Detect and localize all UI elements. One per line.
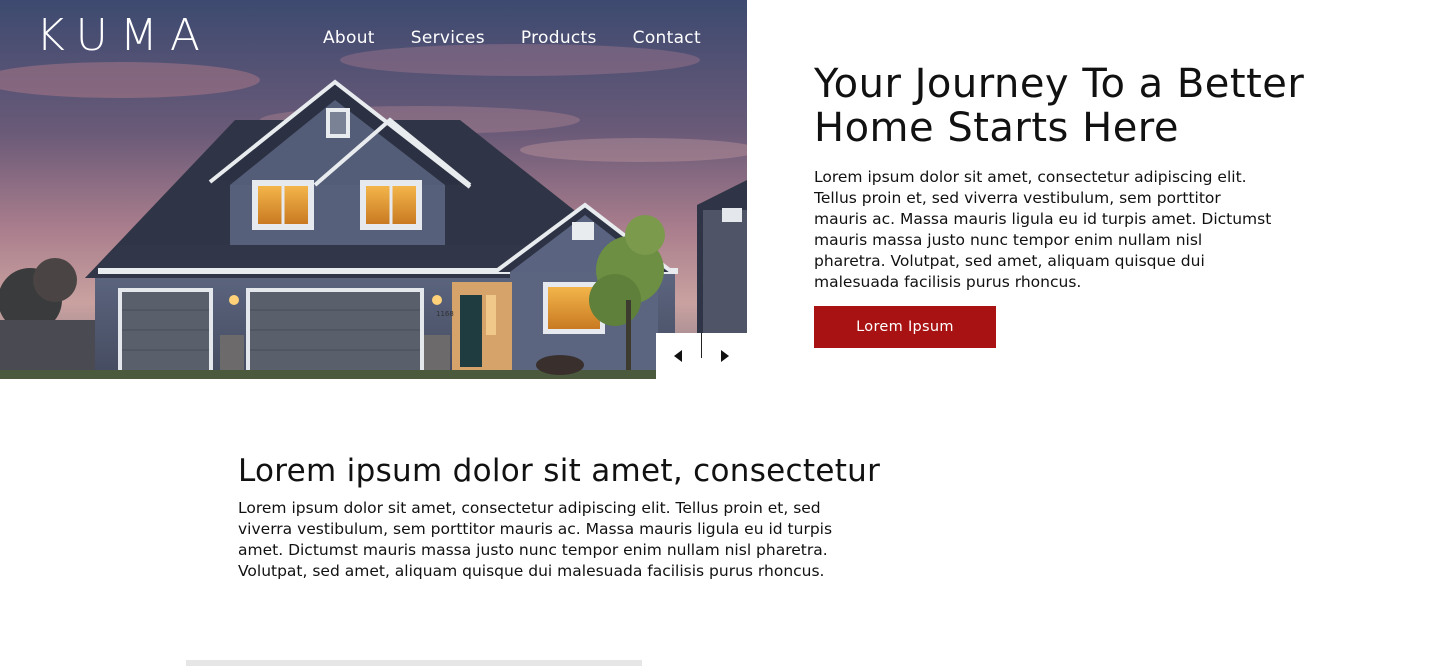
page: 1168 KUMA About Services Products Contac…: [0, 0, 1434, 666]
intro-section: Lorem ipsum dolor sit amet, consectetur …: [238, 452, 938, 582]
main-nav: About Services Products Contact: [323, 28, 701, 48]
slider-divider: [701, 333, 702, 358]
arrow-left-icon: [673, 350, 682, 362]
hero-title: Your Journey To a Better Home Starts Her…: [814, 61, 1305, 151]
hero-copy: Your Journey To a Better Home Starts Her…: [814, 62, 1374, 293]
nav-products-link[interactable]: Products: [521, 28, 597, 48]
slider-prev-button[interactable]: [656, 333, 702, 379]
next-section-preview: [186, 660, 642, 666]
nav-about-link[interactable]: About: [323, 28, 375, 48]
hero-image: 1168 KUMA About Services Products Contac…: [0, 0, 747, 379]
hero-body-text: Lorem ipsum dolor sit amet, consectetur …: [814, 168, 1272, 291]
arrow-right-icon: [721, 350, 730, 362]
house-number: 1168: [436, 310, 454, 318]
cta-button[interactable]: Lorem Ipsum: [814, 306, 996, 348]
section-title: Lorem ipsum dolor sit amet, consectetur: [238, 453, 881, 489]
slider-controls: [656, 333, 747, 379]
nav-contact-link[interactable]: Contact: [633, 28, 701, 48]
nav-services-link[interactable]: Services: [411, 28, 485, 48]
slider-next-button[interactable]: [702, 333, 748, 379]
section-body-text: Lorem ipsum dolor sit amet, consectetur …: [238, 499, 833, 580]
kuma-logo[interactable]: KUMA: [36, 14, 212, 58]
